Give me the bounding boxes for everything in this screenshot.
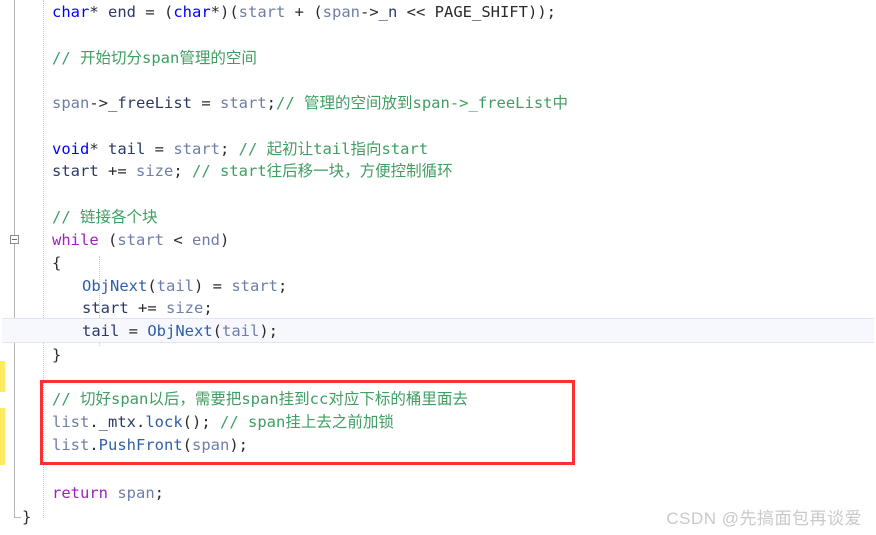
code-token-var: start <box>173 140 220 158</box>
code-token-ident: start <box>52 162 99 180</box>
code-line[interactable]: } <box>0 343 876 368</box>
code-token-var: span <box>52 94 90 112</box>
code-token-var: span <box>117 484 155 502</box>
code-token-ident: tail <box>82 322 120 340</box>
code-token-var: end <box>192 231 221 249</box>
code-token-var: start <box>231 277 278 295</box>
code-token-punc: << <box>397 3 435 21</box>
code-token-punc: = <box>145 140 174 158</box>
code-token-var: list <box>52 413 90 431</box>
code-editor[interactable]: char* end = (char*)(start + (span->_n <<… <box>0 0 876 535</box>
code-token-type: ObjNext <box>82 277 148 295</box>
code-token-var: start <box>238 3 286 21</box>
code-token-cmt: // start往后移一块，方便控制循环 <box>192 162 453 180</box>
code-token-punc: = <box>192 94 220 112</box>
code-token-var: size <box>166 299 204 317</box>
code-line[interactable]: start += size; // start往后移一块，方便控制循环 <box>0 159 876 184</box>
code-token-brace: { <box>52 254 62 272</box>
code-token-punc: * <box>89 140 108 158</box>
csdn-watermark: CSDN @先搞面包再谈爱 <box>666 509 862 528</box>
code-token-punc: ( <box>212 322 222 340</box>
code-token-punc: ( <box>98 231 118 249</box>
code-token-ident: start <box>82 299 129 317</box>
code-token-kwctl: return <box>52 484 108 502</box>
code-token-punc: < <box>164 231 193 249</box>
code-token-var: start <box>220 94 267 112</box>
code-token-ident: _mtx <box>98 413 136 431</box>
code-token-ident: _freeList <box>108 94 192 112</box>
code-token-macro: PAGE_SHIFT <box>434 3 528 21</box>
code-token-ident: end <box>108 3 136 21</box>
code-token-punc: * <box>89 3 108 21</box>
code-token-punc: ; <box>203 299 213 317</box>
code-token-var: size <box>136 162 174 180</box>
code-line[interactable]: span->_freeList = start;// 管理的空间放到span->… <box>0 91 876 116</box>
code-token-punc: ); <box>259 322 278 340</box>
code-token-punc: ) = <box>194 277 232 295</box>
code-token-punc: ; <box>266 94 277 112</box>
code-token-brace: } <box>22 508 32 526</box>
code-token-cmt: // 起初让tail指向start <box>238 140 429 158</box>
code-token-var: start <box>117 231 165 249</box>
code-token-punc: (); <box>182 413 220 431</box>
code-token-cmt: // 切好span以后，需要把span挂到cc对应下标的桶里面去 <box>52 390 468 408</box>
code-token-punc: + ( <box>285 3 323 21</box>
code-line[interactable]: char* end = (char*)(start + (span->_n <<… <box>0 0 876 25</box>
code-token-kwctl: while <box>52 231 99 249</box>
code-token-type: lock <box>145 413 183 431</box>
code-token-ident: _n <box>378 3 398 21</box>
code-token-var: span <box>192 436 230 454</box>
code-line[interactable]: list._mtx.lock(); // span挂上去之前加锁 <box>0 410 876 435</box>
code-line[interactable]: list.PushFront(span); <box>0 433 876 458</box>
code-token-cmt: // 管理的空间放到span->_freeList中 <box>276 94 568 112</box>
code-line[interactable]: start += size; <box>0 296 876 321</box>
code-token-punc: += <box>128 299 166 317</box>
code-token-var: list <box>52 436 90 454</box>
code-token-cmt: // 链接各个块 <box>52 208 158 226</box>
code-token-punc: . <box>89 436 99 454</box>
code-token-type: PushFront <box>98 436 183 454</box>
code-line[interactable]: // 切好span以后，需要把span挂到cc对应下标的桶里面去 <box>0 387 876 412</box>
code-token-type: ObjNext <box>147 322 213 340</box>
code-token-punc: ) <box>220 231 230 249</box>
code-token-punc: ; <box>154 484 165 502</box>
code-token-punc: -> <box>89 94 108 112</box>
code-token-var: tail <box>156 277 194 295</box>
code-token-kw: void <box>52 140 90 158</box>
code-token-punc: )); <box>527 3 556 21</box>
code-token-punc: ( <box>182 436 193 454</box>
code-token-punc <box>108 484 117 502</box>
code-line[interactable]: // 开始切分span管理的空间 <box>0 46 876 71</box>
code-token-punc: ( <box>147 277 157 295</box>
code-token-punc: ; <box>220 140 239 158</box>
code-token-cmt: // 开始切分span管理的空间 <box>52 49 257 67</box>
code-token-punc: = <box>119 322 148 340</box>
code-line[interactable]: // 链接各个块 <box>0 205 876 230</box>
code-token-var: tail <box>222 322 260 340</box>
code-token-punc: *)( <box>210 3 239 21</box>
code-token-punc: ); <box>229 436 249 454</box>
code-line[interactable]: { <box>0 251 876 276</box>
code-token-kw: char <box>173 3 211 21</box>
code-token-punc: ; <box>278 277 288 295</box>
code-token-punc: . <box>89 413 99 431</box>
code-token-var: span <box>322 3 360 21</box>
code-token-kw: char <box>52 3 90 21</box>
code-token-punc: += <box>98 162 136 180</box>
code-token-punc: . <box>136 413 146 431</box>
code-token-cmt: // span挂上去之前加锁 <box>220 413 394 431</box>
code-token-punc: = ( <box>136 3 174 21</box>
code-line[interactable]: while (start < end) <box>0 228 876 253</box>
code-token-ident: tail <box>108 140 146 158</box>
code-token-brace: } <box>52 346 62 364</box>
code-token-punc: ; <box>173 162 192 180</box>
code-line[interactable]: tail = ObjNext(tail); <box>0 319 876 344</box>
code-token-punc: -> <box>359 3 379 21</box>
code-line[interactable]: return span; <box>0 481 876 506</box>
